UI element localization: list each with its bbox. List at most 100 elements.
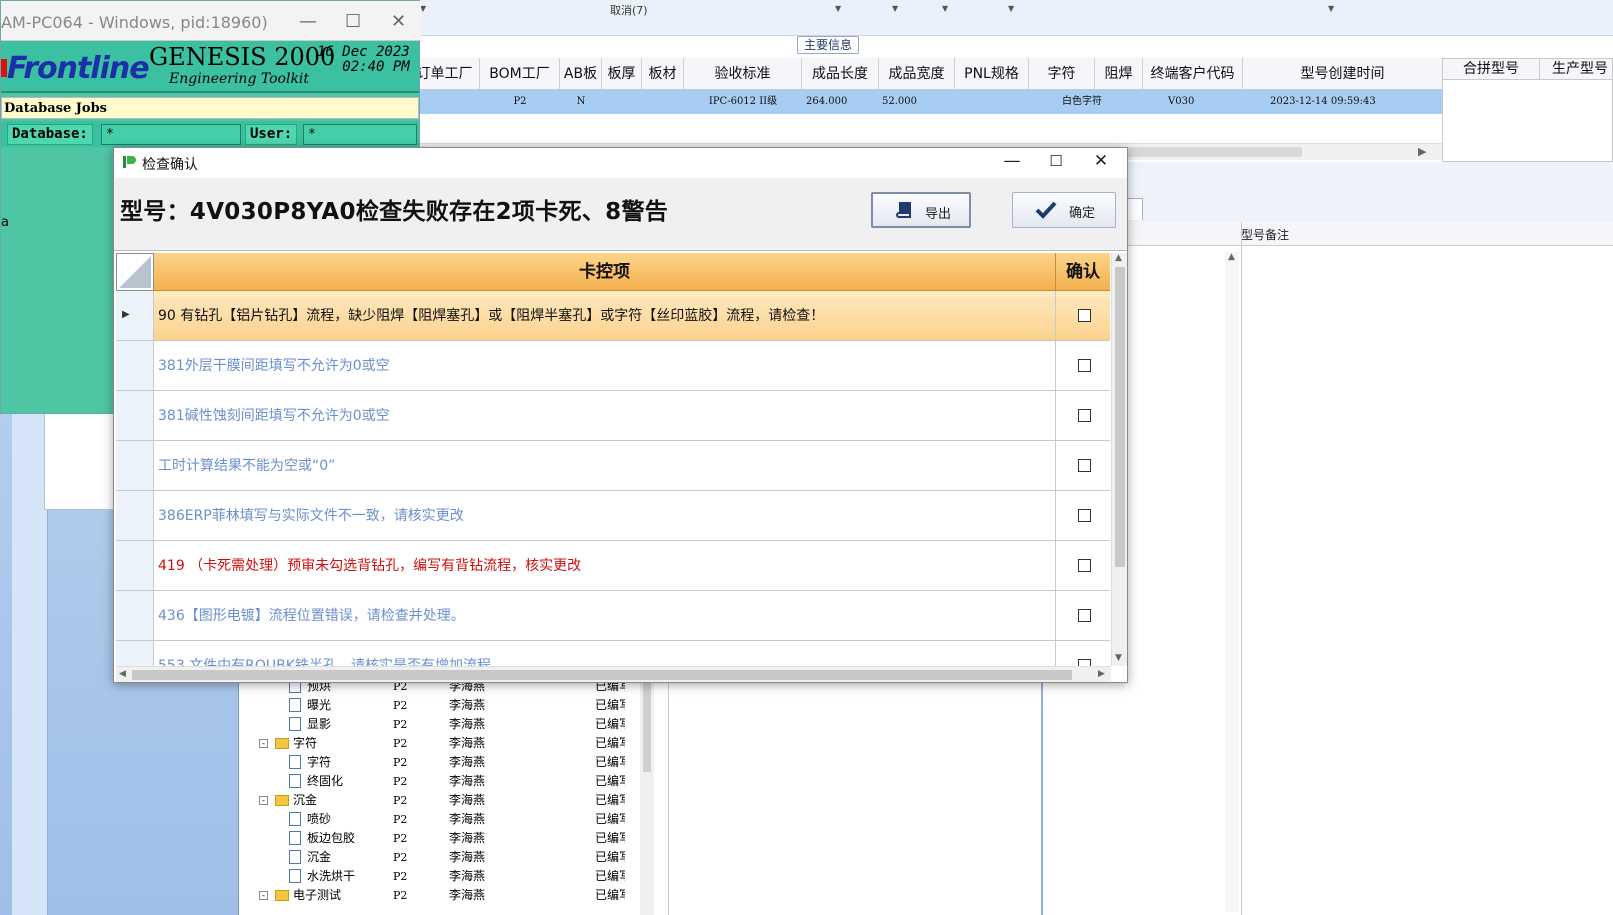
row-selector[interactable] bbox=[116, 641, 154, 666]
tree-node[interactable]: 终固化 P2 李海燕 已编写 bbox=[239, 772, 639, 791]
scroll-up-icon[interactable]: ▲ bbox=[1115, 253, 1122, 263]
column-header[interactable]: 生产型号 bbox=[1540, 59, 1613, 79]
confirm-checkbox[interactable] bbox=[1078, 559, 1091, 572]
vertical-scrollbar[interactable]: ▲ ▼ bbox=[1111, 253, 1127, 666]
right-grid-header: 合拼型号 生产型号 bbox=[1442, 58, 1613, 80]
table-row[interactable]: 386ERP菲林填写与实际文件不一致，请核实更改 bbox=[116, 491, 1110, 541]
left-inner-panel bbox=[12, 410, 48, 915]
tree-node[interactable]: - 电子测试 P2 李海燕 已编写 bbox=[239, 886, 639, 905]
confirm-checkbox[interactable] bbox=[1078, 509, 1091, 522]
scroll-right-icon[interactable]: ▶ bbox=[1098, 669, 1105, 679]
tree-node-factory: P2 bbox=[393, 775, 408, 788]
maximize-icon[interactable]: ☐ bbox=[1038, 152, 1074, 170]
tree-node-label: 字符 bbox=[307, 755, 332, 769]
column-header[interactable]: AB板 bbox=[560, 58, 602, 90]
check-item-text: 90 有钻孔【铝片钻孔】流程，缺少阻焊【阻焊塞孔】或【阻焊半塞孔】或字符【丝印蓝… bbox=[154, 291, 1056, 341]
scroll-left-icon[interactable]: ◀ bbox=[119, 669, 126, 679]
dropdown-caret-icon[interactable]: ▼ bbox=[1328, 4, 1334, 13]
confirm-button[interactable]: 确定 bbox=[1012, 192, 1116, 228]
row-selector[interactable] bbox=[116, 441, 154, 491]
toolbar-item-cancel[interactable]: 取消(7) bbox=[610, 2, 648, 18]
tree-node[interactable]: - 字符 P2 李海燕 已编写 bbox=[239, 734, 639, 753]
confirm-checkbox[interactable] bbox=[1078, 609, 1091, 622]
column-header[interactable]: 成品长度 bbox=[802, 58, 879, 90]
tree-node-status: 已编写 bbox=[595, 698, 625, 712]
column-header[interactable]: PNL规格 bbox=[955, 58, 1029, 90]
horizontal-scrollbar[interactable]: ◀ ▶ bbox=[116, 666, 1111, 682]
dropdown-caret-icon[interactable]: ▼ bbox=[1008, 4, 1014, 13]
confirm-checkbox[interactable] bbox=[1078, 459, 1091, 472]
table-row[interactable]: 工时计算结果不能为空或“0” bbox=[116, 441, 1110, 491]
column-header[interactable]: 阻焊 bbox=[1095, 58, 1143, 90]
table-row[interactable]: 381碱性蚀刻间距填写不允许为0或空 bbox=[116, 391, 1110, 441]
column-header[interactable]: 终端客户代码 bbox=[1143, 58, 1243, 90]
confirm-checkbox[interactable] bbox=[1078, 309, 1091, 322]
row-selector[interactable]: ▶ bbox=[116, 291, 154, 341]
column-header[interactable]: 订单工厂 bbox=[410, 58, 480, 90]
tree-node[interactable]: 字符 P2 李海燕 已编写 bbox=[239, 753, 639, 772]
table-row[interactable]: 381外层干膜间距填写不允许为0或空 bbox=[116, 341, 1110, 391]
dropdown-caret-icon[interactable]: ▼ bbox=[942, 4, 948, 13]
minimize-icon[interactable]: — bbox=[299, 11, 317, 32]
dropdown-caret-icon[interactable]: ▼ bbox=[835, 4, 841, 13]
row-selector[interactable] bbox=[116, 591, 154, 641]
time-text: 02:40 PM bbox=[342, 59, 410, 75]
tree-node[interactable]: 水洗烘干 P2 李海燕 已编写 bbox=[239, 867, 639, 886]
scroll-up-icon[interactable]: ▲ bbox=[1228, 252, 1235, 262]
export-button-label: 导出 bbox=[925, 207, 952, 222]
tree-vertical-scrollbar[interactable] bbox=[640, 662, 654, 915]
tree-node[interactable]: 曝光 P2 李海燕 已编写 bbox=[239, 696, 639, 715]
database-field[interactable]: * bbox=[101, 124, 241, 145]
tree-node[interactable]: 显影 P2 李海燕 已编写 bbox=[239, 715, 639, 734]
confirm-cell bbox=[1056, 441, 1110, 491]
row-selector[interactable] bbox=[116, 391, 154, 441]
collapse-icon[interactable]: - bbox=[259, 891, 268, 900]
minimize-icon[interactable]: — bbox=[994, 151, 1030, 171]
tree-node[interactable]: 喷砂 P2 李海燕 已编写 bbox=[239, 810, 639, 829]
table-row[interactable]: 436【图形电镀】流程位置错误，请检查并处理。 bbox=[116, 591, 1110, 641]
confirm-checkbox[interactable] bbox=[1078, 359, 1091, 372]
collapse-icon[interactable]: - bbox=[259, 739, 268, 748]
column-header[interactable]: 验收标准 bbox=[684, 58, 802, 90]
vertical-scrollbar[interactable]: ▲ bbox=[1225, 252, 1239, 912]
table-cell: 2023-12-14 09:59:43 bbox=[1270, 96, 1376, 107]
column-header[interactable]: 成品宽度 bbox=[879, 58, 955, 90]
column-header[interactable]: BOM工厂 bbox=[480, 58, 560, 90]
scrollbar-thumb[interactable] bbox=[1115, 267, 1125, 567]
collapse-icon[interactable]: - bbox=[259, 796, 268, 805]
row-selector[interactable] bbox=[116, 341, 154, 391]
tree-node-factory: P2 bbox=[393, 737, 408, 750]
tree-node[interactable]: - 沉金 P2 李海燕 已编写 bbox=[239, 791, 639, 810]
scrollbar-thumb[interactable] bbox=[132, 670, 1072, 680]
export-button[interactable]: 导出 bbox=[871, 192, 971, 228]
tree-node[interactable]: 板边包胶 P2 李海燕 已编写 bbox=[239, 829, 639, 848]
row-selector[interactable] bbox=[116, 491, 154, 541]
column-header[interactable]: 型号创建时间 bbox=[1243, 58, 1442, 90]
dropdown-caret-icon[interactable]: ▼ bbox=[892, 4, 898, 13]
scroll-right-icon[interactable]: ▶ bbox=[1418, 145, 1426, 158]
table-row[interactable]: 553 文件中有ROUBK铣半孔，请核实是否有增加流程 bbox=[116, 641, 1110, 666]
table-row[interactable]: 419 （卡死需处理）预审未勾选背钻孔，编写有背钻流程，核实更改 bbox=[116, 541, 1110, 591]
column-header[interactable]: 板材 bbox=[642, 58, 684, 90]
tree-node-label: 板边包胶 bbox=[307, 831, 356, 845]
check-item-text: 工时计算结果不能为空或“0” bbox=[154, 441, 1056, 491]
confirm-checkbox[interactable] bbox=[1078, 659, 1091, 666]
user-field[interactable]: * bbox=[303, 124, 417, 145]
table-row[interactable]: ▶ 90 有钻孔【铝片钻孔】流程，缺少阻焊【阻焊塞孔】或【阻焊半塞孔】或字符【丝印… bbox=[116, 291, 1110, 341]
tree-node-status: 已编写 bbox=[595, 850, 625, 864]
close-icon[interactable]: ✕ bbox=[1083, 151, 1119, 171]
tree-node-factory: P2 bbox=[393, 813, 408, 826]
row-selector[interactable] bbox=[116, 541, 154, 591]
column-header[interactable]: 板厚 bbox=[602, 58, 642, 90]
table-row[interactable]: P2 N IPC-6012 II级 264.000 52.000 白色字符 V0… bbox=[410, 90, 1442, 114]
confirm-checkbox[interactable] bbox=[1078, 409, 1091, 422]
maximize-icon[interactable]: ☐ bbox=[345, 11, 361, 32]
close-icon[interactable]: ✕ bbox=[391, 11, 406, 32]
column-header[interactable]: 合拼型号 bbox=[1443, 59, 1540, 79]
tree-node[interactable]: 沉金 P2 李海燕 已编写 bbox=[239, 848, 639, 867]
tree-node-factory: P2 bbox=[393, 699, 408, 712]
tree-node-person: 李海燕 bbox=[449, 698, 486, 712]
scroll-down-icon[interactable]: ▼ bbox=[1115, 653, 1122, 663]
column-header[interactable]: 字符 bbox=[1029, 58, 1095, 90]
tree-node-status: 已编写 bbox=[595, 717, 625, 731]
